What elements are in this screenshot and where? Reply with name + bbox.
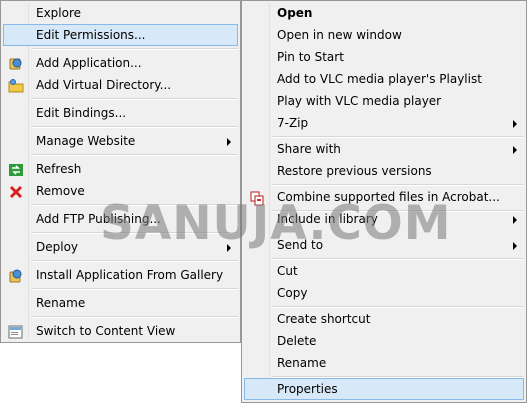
submenu-arrow-icon <box>513 216 517 224</box>
submenu-arrow-icon <box>513 120 517 128</box>
menu-item-remove[interactable]: Remove <box>3 180 238 202</box>
remove-x-icon <box>8 184 24 200</box>
menu-item-label: Rename <box>277 356 327 370</box>
menu-item-label: Play with VLC media player <box>277 94 442 108</box>
menu-item-label: Delete <box>277 334 317 348</box>
menu-item-copy[interactable]: Copy <box>244 282 524 304</box>
menu-separator <box>272 136 524 138</box>
menu-item-label: Cut <box>277 264 298 278</box>
menu-item-label: Manage Website <box>36 134 136 148</box>
left-context-menu: Explore Edit Permissions... Add Applicat… <box>0 0 241 343</box>
menu-item-add-to-vlc-playlist[interactable]: Add to VLC media player's Playlist <box>244 68 524 90</box>
submenu-arrow-icon <box>227 138 231 146</box>
refresh-icon <box>8 162 24 178</box>
application-icon <box>8 56 24 72</box>
menu-item-delete[interactable]: Delete <box>244 330 524 352</box>
menu-separator <box>31 232 238 234</box>
menu-item-label: Add to VLC media player's Playlist <box>277 72 482 86</box>
menu-item-install-application-from-gallery[interactable]: Install Application From Gallery <box>3 264 238 286</box>
folder-icon <box>8 78 24 94</box>
menu-item-7zip[interactable]: 7-Zip <box>244 112 524 134</box>
menu-item-label: Deploy <box>36 240 79 254</box>
menu-item-combine-in-acrobat[interactable]: Combine supported files in Acrobat... <box>244 186 524 208</box>
menu-item-label: Refresh <box>36 162 82 176</box>
menu-item-label: Install Application From Gallery <box>36 268 224 282</box>
menu-item-label: Add Virtual Directory... <box>36 78 172 92</box>
menu-item-label: Send to <box>277 238 324 252</box>
menu-item-deploy[interactable]: Deploy <box>3 236 238 258</box>
menu-separator <box>31 98 238 100</box>
gallery-icon <box>8 268 24 284</box>
menu-separator <box>31 48 238 50</box>
menu-item-label: Pin to Start <box>277 50 344 64</box>
menu-separator <box>31 288 238 290</box>
menu-item-manage-website[interactable]: Manage Website <box>3 130 238 152</box>
menu-item-label: Switch to Content View <box>36 324 176 338</box>
menu-item-label: Include in library <box>277 212 378 226</box>
menu-item-label: Edit Permissions... <box>36 28 146 42</box>
menu-separator <box>272 376 524 378</box>
menu-item-edit-bindings[interactable]: Edit Bindings... <box>3 102 238 124</box>
menu-item-play-with-vlc[interactable]: Play with VLC media player <box>244 90 524 112</box>
menu-item-open[interactable]: Open <box>244 2 524 24</box>
menu-item-switch-to-content-view[interactable]: Switch to Content View <box>3 320 238 342</box>
menu-item-restore-previous-versions[interactable]: Restore previous versions <box>244 160 524 182</box>
submenu-arrow-icon <box>513 242 517 250</box>
menu-separator <box>272 258 524 260</box>
menu-item-create-shortcut[interactable]: Create shortcut <box>244 308 524 330</box>
menu-separator <box>31 126 238 128</box>
right-context-menu: Open Open in new window Pin to Start Add… <box>241 0 527 403</box>
menu-item-edit-permissions[interactable]: Edit Permissions... <box>3 24 238 46</box>
menu-item-share-with[interactable]: Share with <box>244 138 524 160</box>
menu-item-label: 7-Zip <box>277 116 309 130</box>
menu-item-label: Edit Bindings... <box>36 106 127 120</box>
menu-item-rename[interactable]: Rename <box>244 352 524 374</box>
menu-item-label: Combine supported files in Acrobat... <box>277 190 500 204</box>
menu-item-label: Create shortcut <box>277 312 371 326</box>
menu-item-pin-to-start[interactable]: Pin to Start <box>244 46 524 68</box>
content-view-icon <box>8 324 24 340</box>
menu-item-label: Copy <box>277 286 308 300</box>
menu-item-cut[interactable]: Cut <box>244 260 524 282</box>
menu-item-properties[interactable]: Properties <box>244 378 524 400</box>
menu-item-explore[interactable]: Explore <box>3 2 238 24</box>
menu-item-label: Open <box>277 6 313 20</box>
menu-separator <box>272 306 524 308</box>
menu-item-label: Open in new window <box>277 28 402 42</box>
menu-item-label: Explore <box>36 6 82 20</box>
menu-separator <box>272 184 524 186</box>
menu-item-send-to[interactable]: Send to <box>244 234 524 256</box>
menu-item-label: Add Application... <box>36 56 142 70</box>
menu-item-include-in-library[interactable]: Include in library <box>244 208 524 230</box>
acrobat-icon <box>249 190 265 206</box>
menu-item-label: Restore previous versions <box>277 164 432 178</box>
menu-item-add-ftp-publishing[interactable]: Add FTP Publishing... <box>3 208 238 230</box>
menu-item-label: Share with <box>277 142 341 156</box>
menu-separator <box>31 316 238 318</box>
menu-item-add-application[interactable]: Add Application... <box>3 52 238 74</box>
menu-item-open-in-new-window[interactable]: Open in new window <box>244 24 524 46</box>
menu-item-label: Remove <box>36 184 85 198</box>
menu-item-add-virtual-directory[interactable]: Add Virtual Directory... <box>3 74 238 96</box>
submenu-arrow-icon <box>513 146 517 154</box>
menu-item-label: Properties <box>277 382 338 396</box>
menu-separator <box>31 154 238 156</box>
menu-item-rename[interactable]: Rename <box>3 292 238 314</box>
menu-separator <box>31 260 238 262</box>
menu-separator <box>31 204 238 206</box>
menu-item-label: Add FTP Publishing... <box>36 212 161 226</box>
menu-item-refresh[interactable]: Refresh <box>3 158 238 180</box>
submenu-arrow-icon <box>227 244 231 252</box>
menu-item-label: Rename <box>36 296 86 310</box>
